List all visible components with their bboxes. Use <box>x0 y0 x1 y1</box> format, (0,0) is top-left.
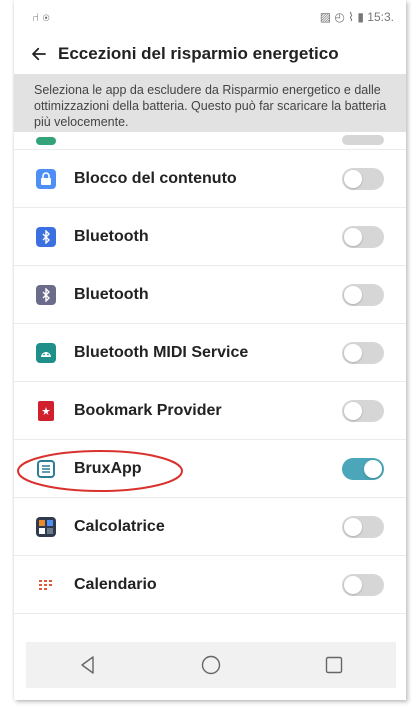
toggle-switch[interactable] <box>342 573 384 596</box>
info-banner-text: Seleziona le app da escludere da Risparm… <box>34 83 387 129</box>
lock-icon <box>36 168 56 189</box>
list-item[interactable]: Bluetooth MIDI Service <box>14 324 406 382</box>
app-name: Bluetooth MIDI Service <box>74 343 249 361</box>
page-title: Eccezioni del risparmio energetico <box>58 44 339 63</box>
toggle-switch[interactable] <box>342 457 384 480</box>
toggle-knob <box>344 169 362 188</box>
toggle-knob <box>344 517 362 536</box>
toggle-knob <box>344 285 362 304</box>
status-right-text: ▨ ◴ ⌇ ▮ 15:3. <box>319 10 394 24</box>
toggle-switch[interactable] <box>342 515 384 538</box>
phone-screen: ⑁ ◉ ▨ ◴ ⌇ ▮ 15:3. Eccezioni del risparmi… <box>14 0 406 700</box>
app-name: Calendario <box>74 575 157 593</box>
app-name: BruxApp <box>74 459 142 477</box>
list-item[interactable]: Calendario <box>14 556 406 614</box>
back-icon[interactable] <box>77 654 99 676</box>
calendar-icon <box>36 574 56 595</box>
app-name: Calcolatrice <box>74 517 165 535</box>
android-icon <box>36 342 56 363</box>
app-name: Bluetooth <box>74 227 149 245</box>
bluetooth-icon <box>36 226 56 247</box>
calculator-icon <box>36 516 56 537</box>
info-banner: Seleziona le app da escludere da Risparm… <box>14 74 406 132</box>
status-bar: ⑁ ◉ ▨ ◴ ⌇ ▮ 15:3. <box>14 0 406 34</box>
toggle-knob <box>344 575 362 594</box>
bluetooth-icon <box>36 284 56 305</box>
toggle-partial[interactable] <box>342 135 384 145</box>
list-item[interactable]: Bluetooth <box>14 266 406 324</box>
toggle-knob <box>344 343 362 362</box>
list-item[interactable]: BruxApp <box>14 440 406 498</box>
app-name: Bluetooth <box>74 285 149 303</box>
toggle-knob <box>344 227 362 246</box>
navigation-bar <box>26 642 396 688</box>
app-bar: Eccezioni del risparmio energetico <box>14 34 406 74</box>
toggle-knob <box>344 401 362 420</box>
status-left: ⑁ ◉ <box>32 10 50 24</box>
toggle-knob <box>364 459 382 478</box>
list-item[interactable]: Blocco del contenuto <box>14 150 406 208</box>
back-arrow-icon[interactable] <box>30 45 48 63</box>
list-item[interactable]: Bookmark Provider <box>14 382 406 440</box>
bruxapp-icon <box>36 458 56 479</box>
recents-icon[interactable] <box>323 654 345 676</box>
toggle-switch[interactable] <box>342 225 384 248</box>
status-left-icons: ⑁ ◉ <box>32 10 50 24</box>
bookmark-icon <box>38 400 54 421</box>
app-name: Bookmark Provider <box>74 401 222 419</box>
toggle-switch[interactable] <box>342 399 384 422</box>
app-icon-partial <box>36 137 56 145</box>
app-name: Blocco del contenuto <box>74 169 237 187</box>
app-list: Blocco del contenuto Bluetooth Bluetooth… <box>14 120 406 614</box>
toggle-switch[interactable] <box>342 341 384 364</box>
list-item[interactable]: Bluetooth <box>14 208 406 266</box>
status-right: ▨ ◴ ⌇ ▮ 15:3. <box>320 10 394 24</box>
list-item[interactable]: Calcolatrice <box>14 498 406 556</box>
home-icon[interactable] <box>200 654 222 676</box>
toggle-switch[interactable] <box>342 283 384 306</box>
toggle-switch[interactable] <box>342 167 384 190</box>
